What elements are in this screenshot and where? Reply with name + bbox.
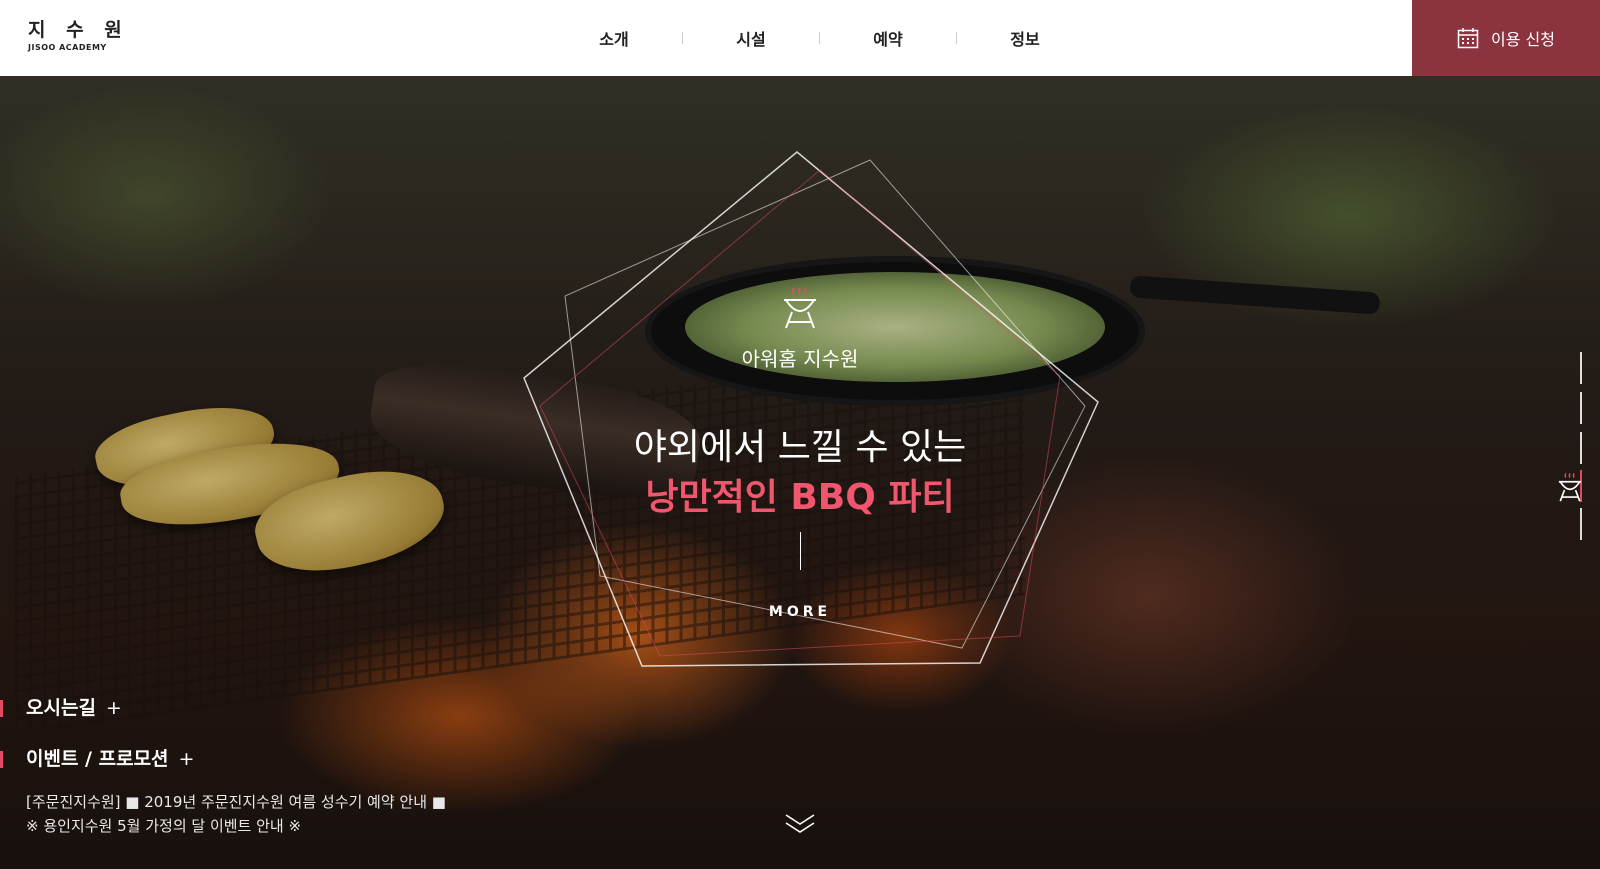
- slide-indicator-tick[interactable]: [1580, 432, 1582, 464]
- nav-item-intro[interactable]: 소개: [546, 26, 682, 50]
- more-button[interactable]: MORE: [740, 604, 860, 620]
- logo[interactable]: 지 수 원 JISOO ACADEMY: [28, 20, 129, 52]
- bbq-grill-icon: [1558, 473, 1582, 502]
- logo-english: JISOO ACADEMY: [28, 43, 107, 52]
- news-item[interactable]: [주문진지수원] ■ 2019년 주문진지수원 여름 성수기 예약 안내 ■: [26, 790, 446, 814]
- slide-indicator-tick[interactable]: [1580, 352, 1582, 384]
- main-nav: 소개 시설 예약 정보: [546, 0, 1093, 76]
- nav-item-reservation[interactable]: 예약: [820, 26, 956, 50]
- nav-item-facilities[interactable]: 시설: [683, 26, 819, 50]
- news-list: [주문진지수원] ■ 2019년 주문진지수원 여름 성수기 예약 안내 ■ ※…: [26, 790, 446, 838]
- quick-link-label: 이벤트 / 프로모션: [26, 748, 169, 770]
- quick-link-label: 오시는길: [26, 697, 96, 719]
- hero-headline-line2: 낭만적인 BBQ 파티: [645, 477, 955, 518]
- slide-indicator-tick[interactable]: [1580, 392, 1582, 424]
- apply-button-label: 이용 신청: [1491, 30, 1555, 49]
- nav-item-info[interactable]: 정보: [957, 26, 1093, 50]
- quick-link-events[interactable]: 이벤트 / 프로모션 +: [0, 747, 194, 771]
- logo-korean: 지 수 원: [28, 19, 129, 41]
- slide-indicator: [1542, 352, 1582, 542]
- slide-indicator-tick[interactable]: [1580, 508, 1582, 540]
- plus-icon: +: [178, 748, 195, 770]
- plus-icon: +: [105, 697, 122, 719]
- quick-links: 오시는길 + 이벤트 / 프로모션 +: [0, 696, 194, 798]
- calendar-icon: [1457, 28, 1479, 49]
- quick-link-directions[interactable]: 오시는길 +: [0, 696, 194, 720]
- hero-overlay: 아워홈 지수원 야외에서 느낄 수 있는 낭만적인 BBQ 파티 MORE: [0, 76, 1600, 869]
- hero-subtitle: 아워홈 지수원: [741, 347, 859, 371]
- news-item[interactable]: ※ 용인지수원 5월 가정의 달 이벤트 안내 ※: [26, 814, 446, 838]
- hero-headline-line1: 야외에서 느낄 수 있는: [633, 427, 967, 468]
- header: 지 수 원 JISOO ACADEMY 소개 시설 예약 정보 이용 신청: [0, 0, 1600, 76]
- apply-button[interactable]: 이용 신청: [1412, 0, 1600, 76]
- scroll-down-icon[interactable]: [784, 812, 816, 836]
- hero-divider: [800, 532, 801, 570]
- hero-section: 아워홈 지수원 야외에서 느낄 수 있는 낭만적인 BBQ 파티 MORE 오시…: [0, 76, 1600, 869]
- bbq-grill-icon: [784, 287, 816, 329]
